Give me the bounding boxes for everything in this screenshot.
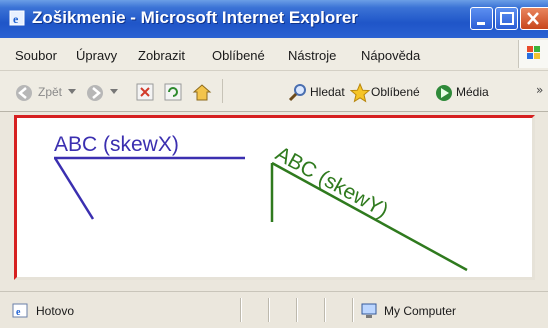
ie-icon: e	[9, 10, 25, 26]
status-divider	[240, 298, 242, 322]
skewx-demo: ABC (skewX)	[53, 133, 245, 220]
toolbar: Zpět Hledat Oblíbené Média »	[0, 71, 548, 112]
stop-icon[interactable]	[136, 83, 154, 101]
back-arrow-icon[interactable]	[14, 83, 34, 103]
security-zone-text: My Computer	[384, 304, 457, 318]
status-bar: e Hotovo My Computer	[0, 291, 548, 328]
svg-text:e: e	[13, 12, 19, 26]
menu-upravy[interactable]: Úpravy	[76, 48, 117, 63]
maximize-icon	[500, 12, 514, 25]
menu-nastroje[interactable]: Nástroje	[288, 48, 336, 63]
back-button-label[interactable]: Zpět	[38, 85, 62, 99]
minimize-button[interactable]	[470, 7, 493, 30]
media-icon[interactable]	[434, 83, 454, 103]
skewy-label: ABC (skewY)	[272, 142, 392, 222]
browser-window: e Zošikmenie - Microsoft Internet Explor…	[0, 0, 548, 328]
toolbar-overflow-chevron[interactable]: »	[536, 83, 543, 97]
skewx-label: ABC (skewX)	[54, 133, 179, 156]
media-button-label[interactable]: Média	[456, 85, 489, 99]
skew-demo-canvas: ABC (skewX) ABC (skewY)	[53, 133, 468, 272]
menu-napoveda[interactable]: Nápověda	[361, 48, 420, 63]
refresh-icon[interactable]	[164, 83, 182, 101]
skewy-slanted-line	[271, 161, 468, 272]
search-button-label[interactable]: Hledat	[310, 85, 345, 99]
menu-bar: Soubor Úpravy Zobrazit Oblíbené Nástroje…	[0, 38, 548, 71]
title-bar[interactable]: e Zošikmenie - Microsoft Internet Explor…	[0, 0, 548, 38]
menu-soubor[interactable]: Soubor	[15, 48, 57, 63]
forward-arrow-icon[interactable]	[85, 83, 105, 103]
windows-logo-icon	[518, 40, 548, 68]
search-icon[interactable]	[288, 83, 308, 103]
page-content: ABC (skewX) ABC (skewY)	[14, 115, 535, 280]
status-text: Hotovo	[36, 304, 75, 318]
favorites-button-label[interactable]: Oblíbené	[371, 85, 420, 99]
maximize-button[interactable]	[495, 7, 518, 30]
chevron-down-icon[interactable]	[68, 89, 76, 95]
status-divider	[324, 298, 326, 322]
close-button[interactable]	[520, 7, 548, 30]
home-icon[interactable]	[192, 83, 212, 101]
svg-text:e: e	[16, 307, 21, 318]
toolbar-separator	[222, 79, 223, 103]
star-icon[interactable]	[350, 83, 370, 103]
status-divider	[352, 298, 354, 322]
status-divider	[296, 298, 298, 322]
window-title: Zošikmenie - Microsoft Internet Explorer	[32, 8, 358, 27]
page-done-icon: e	[12, 303, 28, 318]
minimize-icon	[477, 22, 485, 25]
skewx-slanted-line	[53, 157, 95, 220]
menu-zobrazit[interactable]: Zobrazit	[138, 48, 185, 63]
menu-oblibene[interactable]: Oblíbené	[212, 48, 265, 63]
close-icon	[527, 12, 539, 25]
skewy-demo: ABC (skewY)	[270, 142, 468, 272]
chevron-down-icon[interactable]	[110, 89, 118, 95]
status-divider	[268, 298, 270, 322]
computer-icon	[361, 303, 377, 318]
